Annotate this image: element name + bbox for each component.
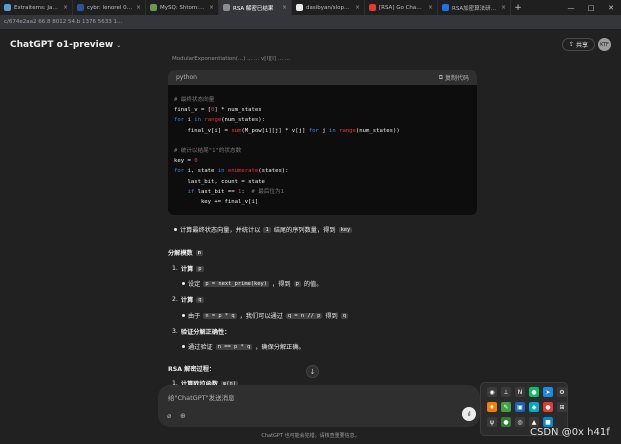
tray-app-icon[interactable]: ◎ [515,417,525,427]
composer: ⌀ ⊕ ıl [158,385,480,427]
browser-tab[interactable]: Extraitems: Java Tools× [0,0,73,15]
favicon-icon [150,4,157,11]
tray-app-icon[interactable]: ⚙ [557,387,567,397]
bullet [182,314,185,317]
maximize-button[interactable]: □ [581,0,601,15]
list-number: 2. [172,296,178,303]
url-text[interactable]: c/674e2aa2 66.8 8012 54.b 1376 5633 1... [4,19,122,25]
close-window-button[interactable]: ✕ [601,0,621,15]
address-bar[interactable]: c/674e2aa2 66.8 8012 54.b 1376 5633 1... [0,15,621,29]
favicon-icon [442,4,449,11]
code-language: python [176,74,197,81]
tray-app-icon[interactable]: ⊥ [501,387,511,397]
tab-label: dasibyan/slopepifra... [306,4,352,11]
favicon-icon [296,4,303,11]
code-header: python ⧉ 复制代码 [168,70,477,85]
browser-tab[interactable]: MySQ: Shtom: connections× [146,0,219,15]
bullet [174,228,177,231]
tab-label: RSA加密算法研究... [452,5,498,12]
tab-label: MySQ: Shtom: connections [160,4,206,11]
browser-tab[interactable]: RSA 解密已结果 × [219,0,292,15]
model-selector[interactable]: ChatGPT o1-preview ⌄ [10,40,121,50]
tray-app-icon[interactable]: ▲ [529,417,539,427]
copy-code-button[interactable]: ⧉ 复制代码 [438,73,469,83]
voice-mode-button[interactable]: ıl [462,407,476,421]
section-heading: 分解模数 n [168,249,203,257]
list-item: 由于 n = p * q ，我们可以通过 q = n // p 得到 q [182,311,348,320]
message-input[interactable] [168,394,448,402]
close-tab-icon[interactable]: × [136,4,141,11]
browser-tab[interactable]: RSA加密算法研究... × [438,0,511,15]
tray-app-icon[interactable]: ψ [487,417,497,427]
waveform-icon: ıl [467,410,471,418]
favicon-icon [77,4,84,11]
favicon-icon [369,4,376,11]
bullet [182,345,185,348]
browser-tab[interactable]: cybr: lenorel 0 0 2.5%...× [73,0,146,15]
list-item: 2. 计算 q [172,296,204,304]
tray-app-icon[interactable]: ◉ [487,387,497,397]
tray-app-icon[interactable]: ● [501,417,511,427]
close-tab-icon[interactable]: × [209,4,214,11]
favicon-icon [4,4,11,11]
tray-app-icon[interactable]: ⊞ [557,402,567,412]
section-heading: RSA 解密过程： [168,366,216,373]
scroll-down-button[interactable]: ↓ [306,365,319,378]
watermark: CSDN @0x h41f [530,427,610,438]
list-number: 1. [172,265,178,272]
browser-tab[interactable]: dasibyan/slopepifra...× [292,0,365,15]
code-body: # 最终状态向量 final_v = [0] * num_states for … [174,97,400,206]
close-tab-icon[interactable]: × [428,4,433,11]
code-block: python ⧉ 复制代码 # 最终状态向量 final_v = [0] * n… [168,70,477,215]
tray-app-icon[interactable]: ● [543,402,553,412]
chevron-down-icon: ⌄ [116,41,122,49]
tray-app-icon[interactable]: ● [529,387,539,397]
paperclip-icon[interactable]: ⌀ [167,412,171,420]
list-item: 设定 p = next_prime(key) ，得到 p 的值。 [182,279,322,288]
tray-app-icon[interactable]: ➤ [543,387,553,397]
window-controls: — □ ✕ [561,0,621,15]
tray-app-icon[interactable]: ■ [543,417,553,427]
browser-tab[interactable]: [RSA] Go Chan Sol...× [365,0,438,15]
list-item: 通过验证 n == p * q ，确保分解正确。 [182,342,305,351]
clipped-text-line: ModularExponentiation(...) ... ... v[l][… [172,56,290,62]
close-tab-icon[interactable]: × [355,4,360,11]
share-label: 共享 [576,42,589,49]
new-tab-button[interactable]: + [511,0,525,15]
copy-code-label: 复制代码 [444,75,469,82]
tab-label: Extraitems: Java Tools [14,4,60,11]
model-title: ChatGPT o1-preview [10,40,114,50]
tray-app-icon[interactable]: ▣ [515,402,525,412]
tray-app-icon[interactable]: N [515,387,525,397]
list-number: 3. [172,328,178,335]
share-button[interactable]: ⇪ 共享 [562,38,596,51]
share-icon: ⇪ [569,41,575,48]
app-header: ChatGPT o1-preview ⌄ ⇪ 共享 [0,32,621,58]
copy-icon: ⧉ [438,73,443,81]
list-item: 1. 计算 p [172,265,204,273]
list-item: 计算最终状态向量，并统计以 1 结尾的序列数量，得到 key [174,225,353,234]
browser-tab-strip: Extraitems: Java Tools×cybr: lenorel 0 0… [0,0,621,15]
tab-label: cybr: lenorel 0 0 2.5%... [87,4,133,11]
globe-icon[interactable]: ⊕ [180,412,186,420]
favicon-icon [223,4,230,11]
tray-app-icon[interactable]: ♦ [487,402,497,412]
list-item: 3. 验证分解正确性： [172,328,231,336]
tray-app-icon[interactable]: ✎ [501,402,511,412]
avatar[interactable]: KTF [598,38,611,51]
bullet [182,282,185,285]
tab-label: RSA 解密已结果 [233,5,274,12]
tab-label: [RSA] Go Chan Sol... [379,4,425,11]
minimize-button[interactable]: — [561,0,581,15]
close-tab-icon[interactable]: × [63,4,68,11]
close-tab-icon[interactable]: × [282,4,287,11]
close-tab-icon[interactable]: × [501,4,506,11]
tray-app-icon[interactable]: ◆ [529,402,539,412]
